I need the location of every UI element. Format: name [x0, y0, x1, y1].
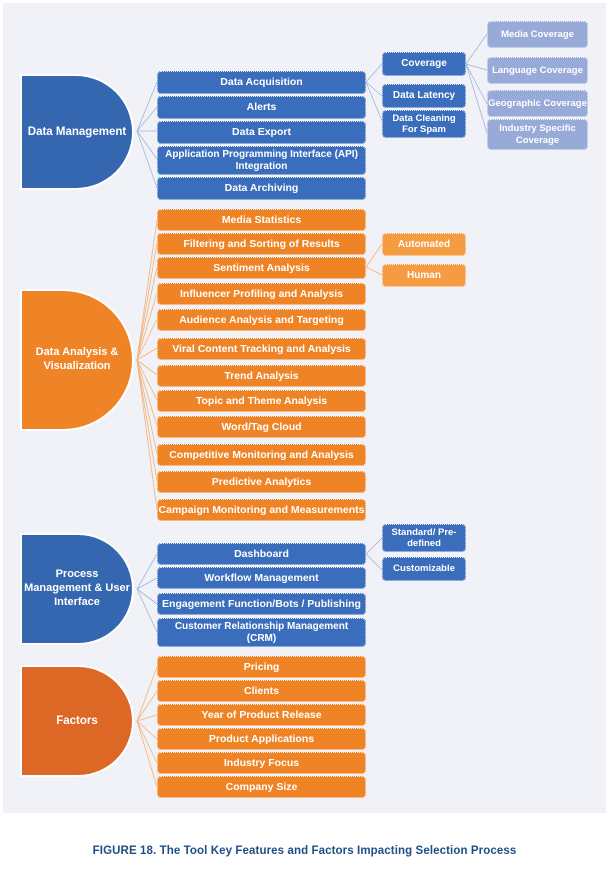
figure-container: Data Management Data Acquisition Alerts … — [0, 0, 609, 880]
node-influencer-profiling-analysis[interactable]: Influencer Profiling and Analysis — [157, 283, 366, 305]
node-filtering-sorting-results[interactable]: Filtering and Sorting of Results — [157, 233, 366, 255]
node-viral-content-tracking-analysis[interactable]: Viral Content Tracking and Analysis — [157, 338, 366, 360]
node-pricing[interactable]: Pricing — [157, 656, 366, 678]
node-human[interactable]: Human — [382, 264, 466, 287]
node-sentiment-analysis[interactable]: Sentiment Analysis — [157, 257, 366, 279]
figure-caption: FIGURE 18. The Tool Key Features and Fac… — [92, 845, 517, 857]
node-data-archiving[interactable]: Data Archiving — [157, 177, 366, 200]
node-industry-focus[interactable]: Industry Focus — [157, 752, 366, 774]
root-node-process-management-user-interface[interactable]: Process Management & User Interface — [22, 535, 132, 643]
node-coverage[interactable]: Coverage — [382, 52, 466, 76]
node-customer-relationship-management[interactable]: Customer Relationship Management (CRM) — [157, 618, 366, 647]
root-node-data-management[interactable]: Data Management — [22, 76, 132, 188]
node-word-tag-cloud[interactable]: Word/Tag Cloud — [157, 416, 366, 438]
node-automated[interactable]: Automated — [382, 233, 466, 256]
node-customizable[interactable]: Customizable — [382, 557, 466, 581]
node-industry-specific-coverage[interactable]: Industry Specific Coverage — [487, 119, 588, 150]
root-node-factors[interactable]: Factors — [22, 667, 132, 775]
node-data-cleaning-for-spam[interactable]: Data Cleaning For Spam — [382, 110, 466, 138]
node-clients[interactable]: Clients — [157, 680, 366, 702]
node-data-latency[interactable]: Data Latency — [382, 84, 466, 108]
node-data-acquisition[interactable]: Data Acquisition — [157, 71, 366, 94]
node-workflow-management[interactable]: Workflow Management — [157, 567, 366, 589]
node-audience-analysis-targeting[interactable]: Audience Analysis and Targeting — [157, 309, 366, 331]
node-alerts[interactable]: Alerts — [157, 96, 366, 119]
node-media-coverage[interactable]: Media Coverage — [487, 21, 588, 48]
node-product-applications[interactable]: Product Applications — [157, 728, 366, 750]
node-campaign-monitoring-measurements[interactable]: Campaign Monitoring and Measurements — [157, 499, 366, 521]
node-company-size[interactable]: Company Size — [157, 776, 366, 798]
node-topic-theme-analysis[interactable]: Topic and Theme Analysis — [157, 390, 366, 412]
node-api-integration[interactable]: Application Programming Interface (API) … — [157, 146, 366, 175]
node-media-statistics[interactable]: Media Statistics — [157, 209, 366, 231]
node-trend-analysis[interactable]: Trend Analysis — [157, 365, 366, 387]
node-data-export[interactable]: Data Export — [157, 121, 366, 144]
node-predictive-analytics[interactable]: Predictive Analytics — [157, 471, 366, 493]
node-language-coverage[interactable]: Language Coverage — [487, 57, 588, 84]
node-competitive-monitoring-analysis[interactable]: Competitive Monitoring and Analysis — [157, 444, 366, 466]
node-dashboard[interactable]: Dashboard — [157, 543, 366, 565]
node-year-of-product-release[interactable]: Year of Product Release — [157, 704, 366, 726]
node-geographic-coverage[interactable]: Geographic Coverage — [487, 90, 588, 117]
node-engagement-function-bots-publishing[interactable]: Engagement Function/Bots / Publishing — [157, 593, 366, 615]
node-standard-predefined[interactable]: Standard/ Pre-defined — [382, 524, 466, 552]
